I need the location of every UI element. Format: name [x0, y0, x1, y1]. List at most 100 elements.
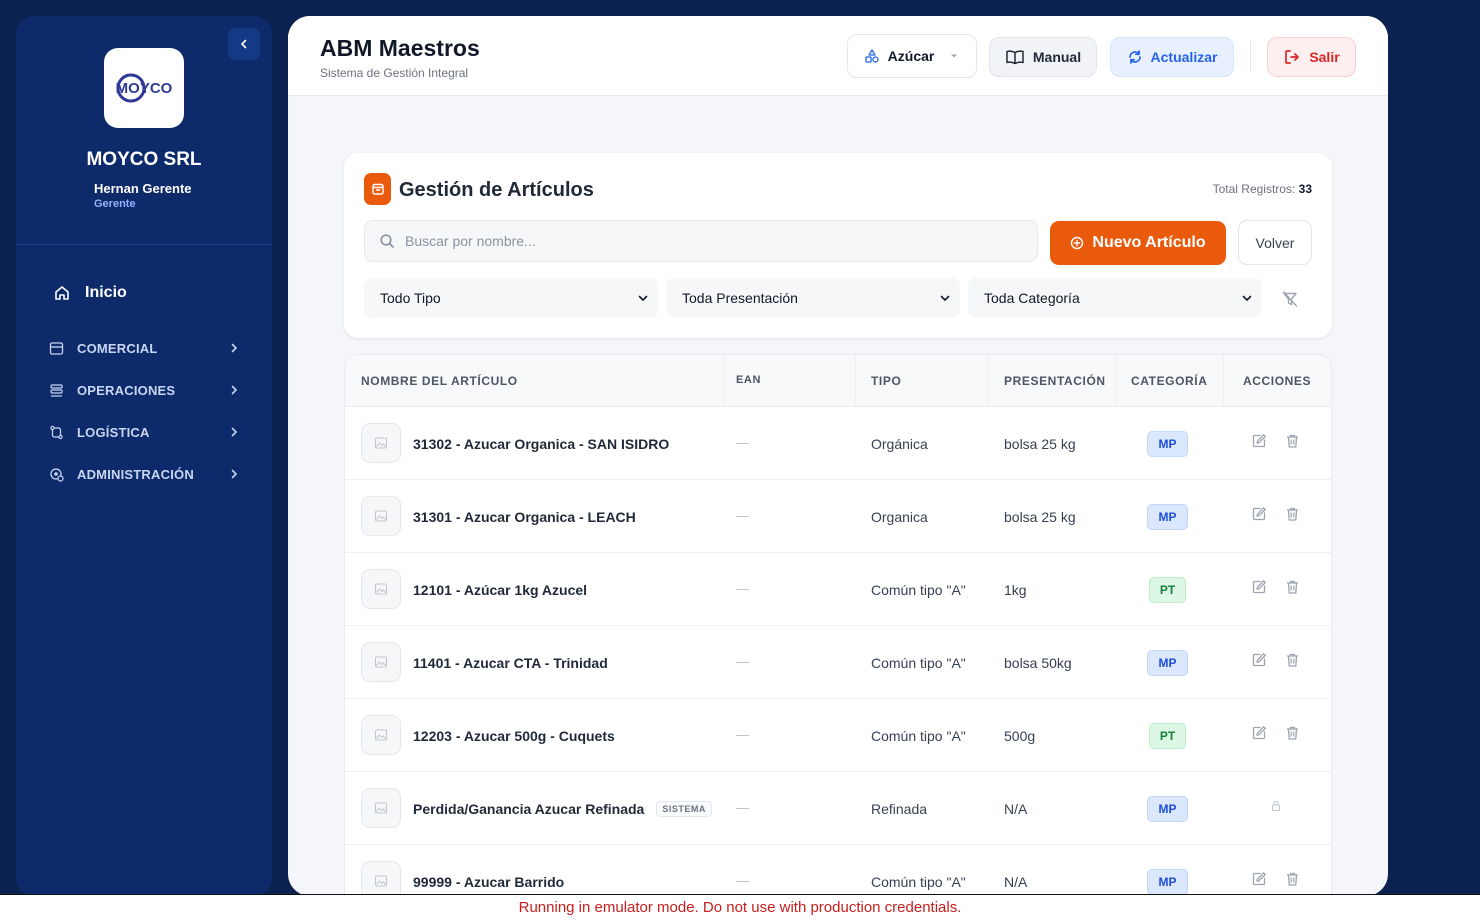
trash-icon[interactable]: [1283, 505, 1301, 523]
edit-icon[interactable]: [1250, 651, 1268, 669]
table-header: NOMBRE DEL ARTÍCULO EAN TIPO PRESENTACIÓ…: [345, 355, 1331, 407]
category-badge: MP: [1147, 796, 1188, 822]
table-row[interactable]: 31302 - Azucar Organica - SAN ISIDRO — Org…: [345, 407, 1331, 480]
article-box-icon: [364, 173, 391, 205]
sidebar-item-logistica[interactable]: LOGÍSTICA: [48, 420, 240, 444]
top-bar: ABM Maestros Sistema de Gestión Integral…: [288, 16, 1388, 96]
trash-icon[interactable]: [1283, 651, 1301, 669]
logout-icon: [1285, 50, 1300, 64]
trash-icon[interactable]: [1283, 432, 1301, 450]
operations-icon: [48, 382, 64, 398]
column-divider: [1223, 355, 1224, 407]
filter-presentacion-select[interactable]: Toda Presentación: [666, 278, 960, 318]
table-row[interactable]: 12203 - Azucar 500g - Cuquets — Común tipo…: [345, 699, 1331, 772]
company-logo: MOYCO: [104, 48, 184, 128]
lock-icon: [1267, 797, 1285, 815]
product-selector-label: Azúcar: [887, 48, 935, 64]
category-badge: MP: [1147, 504, 1188, 530]
filter-categoria-select[interactable]: Toda Categoría: [968, 278, 1262, 318]
toolbar-divider: [1250, 40, 1251, 72]
sidebar-item-comercial[interactable]: COMERCIAL: [48, 336, 240, 360]
chevron-down-icon: [940, 295, 950, 302]
image-placeholder-icon: [361, 788, 401, 828]
system-badge: SISTEMA: [656, 801, 712, 817]
category-badge: PT: [1149, 723, 1186, 749]
article-name-text: 99999 - Azucar Barrido: [413, 874, 565, 890]
article-name: Perdida/Ganancia Azucar Refinada SISTEMA: [413, 801, 712, 817]
article-presentacion: bolsa 50kg: [1004, 655, 1072, 671]
category-badge: MP: [1147, 650, 1188, 676]
home-icon: [55, 286, 69, 300]
sidebar-item-administracion[interactable]: ADMINISTRACIÓN: [48, 462, 240, 486]
article-name-text: 31301 - Azucar Organica - LEACH: [413, 509, 636, 525]
article-tipo: Común tipo "A": [871, 728, 966, 744]
trash-icon[interactable]: [1283, 578, 1301, 596]
column-divider: [855, 355, 856, 407]
table-row[interactable]: 12101 - Azúcar 1kg Azucel — Común tipo "A"…: [345, 553, 1331, 626]
chevron-down-icon: [638, 295, 648, 302]
manual-button-label: Manual: [1032, 49, 1082, 65]
article-ean: —: [736, 581, 749, 596]
search-input[interactable]: [405, 233, 1005, 249]
sidebar-divider: [16, 244, 272, 245]
table-row[interactable]: 99999 - Azucar Barrido — Común tipo "A" N/A…: [345, 845, 1331, 896]
refresh-icon: [1128, 50, 1141, 64]
edit-icon[interactable]: [1250, 505, 1268, 523]
trash-icon[interactable]: [1283, 724, 1301, 742]
article-name-text: 11401 - Azucar CTA - Trinidad: [413, 655, 608, 671]
article-tipo: Común tipo "A": [871, 582, 966, 598]
image-placeholder-icon: [361, 569, 401, 609]
article-presentacion: N/A: [1004, 801, 1028, 817]
article-name-text: Perdida/Ganancia Azucar Refinada: [413, 801, 645, 817]
collapse-sidebar-button[interactable]: [228, 28, 260, 60]
image-placeholder-icon: [361, 496, 401, 536]
search-icon: [380, 234, 394, 248]
trash-icon[interactable]: [1283, 870, 1301, 888]
edit-icon[interactable]: [1250, 578, 1268, 596]
product-selector[interactable]: Azúcar: [847, 34, 977, 78]
table-row[interactable]: 11401 - Azucar CTA - Trinidad — Común tipo…: [345, 626, 1331, 699]
clear-filters-button[interactable]: [1278, 287, 1302, 311]
column-divider: [988, 355, 989, 407]
article-ean: —: [736, 873, 749, 888]
articles-card: Gestión de Artículos Total Registros: 33…: [344, 153, 1332, 338]
chevron-right-icon: [228, 384, 240, 396]
logout-button-label: Salir: [1309, 49, 1340, 65]
edit-icon[interactable]: [1250, 432, 1268, 450]
filter-tipo-select[interactable]: Todo Tipo: [364, 278, 658, 318]
route-icon: [48, 424, 64, 440]
edit-icon[interactable]: [1250, 870, 1268, 888]
chevron-left-icon: [240, 39, 247, 49]
refresh-button[interactable]: Actualizar: [1110, 37, 1234, 77]
sidebar-item-operaciones[interactable]: OPERACIONES: [48, 378, 240, 402]
plus-circle-icon: [1071, 236, 1084, 250]
article-tipo: Orgánica: [871, 436, 928, 452]
manual-button[interactable]: Manual: [989, 37, 1097, 77]
filter-categoria-value: Toda Categoría: [984, 290, 1080, 306]
sidebar-item-label: Inicio: [85, 284, 127, 301]
refresh-button-label: Actualizar: [1150, 49, 1218, 65]
sidebar-item-inicio[interactable]: Inicio: [53, 284, 127, 302]
admin-gear-icon: [48, 466, 64, 482]
table-row[interactable]: Perdida/Ganancia Azucar Refinada SISTEMA —…: [345, 772, 1331, 845]
article-name-text: 31302 - Azucar Organica - SAN ISIDRO: [413, 436, 670, 452]
category-badge: PT: [1149, 577, 1186, 603]
total-records-label: Total Registros:: [1212, 182, 1296, 196]
sidebar-item-label: OPERACIONES: [77, 382, 176, 398]
total-records-value: 33: [1298, 182, 1312, 196]
chevron-right-icon: [228, 342, 240, 354]
back-button[interactable]: Volver: [1238, 220, 1312, 265]
article-presentacion: bolsa 25 kg: [1004, 436, 1076, 452]
article-name: 12101 - Azúcar 1kg Azucel: [413, 582, 587, 598]
new-article-button[interactable]: Nuevo Artículo: [1050, 221, 1226, 265]
table-row[interactable]: 31301 - Azucar Organica - LEACH — Organica…: [345, 480, 1331, 553]
book-icon: [1006, 50, 1024, 65]
article-name: 12203 - Azucar 500g - Cuquets: [413, 728, 615, 744]
sidebar: MOYCO MOYCO SRL Hernan Gerente Gerente I…: [16, 16, 272, 896]
filter-presentacion-value: Toda Presentación: [682, 290, 798, 306]
logout-button[interactable]: Salir: [1267, 37, 1356, 77]
edit-icon[interactable]: [1250, 724, 1268, 742]
articles-table: NOMBRE DEL ARTÍCULO EAN TIPO PRESENTACIÓ…: [344, 354, 1332, 896]
search-box: [364, 220, 1038, 262]
sidebar-item-label: COMERCIAL: [77, 340, 158, 356]
